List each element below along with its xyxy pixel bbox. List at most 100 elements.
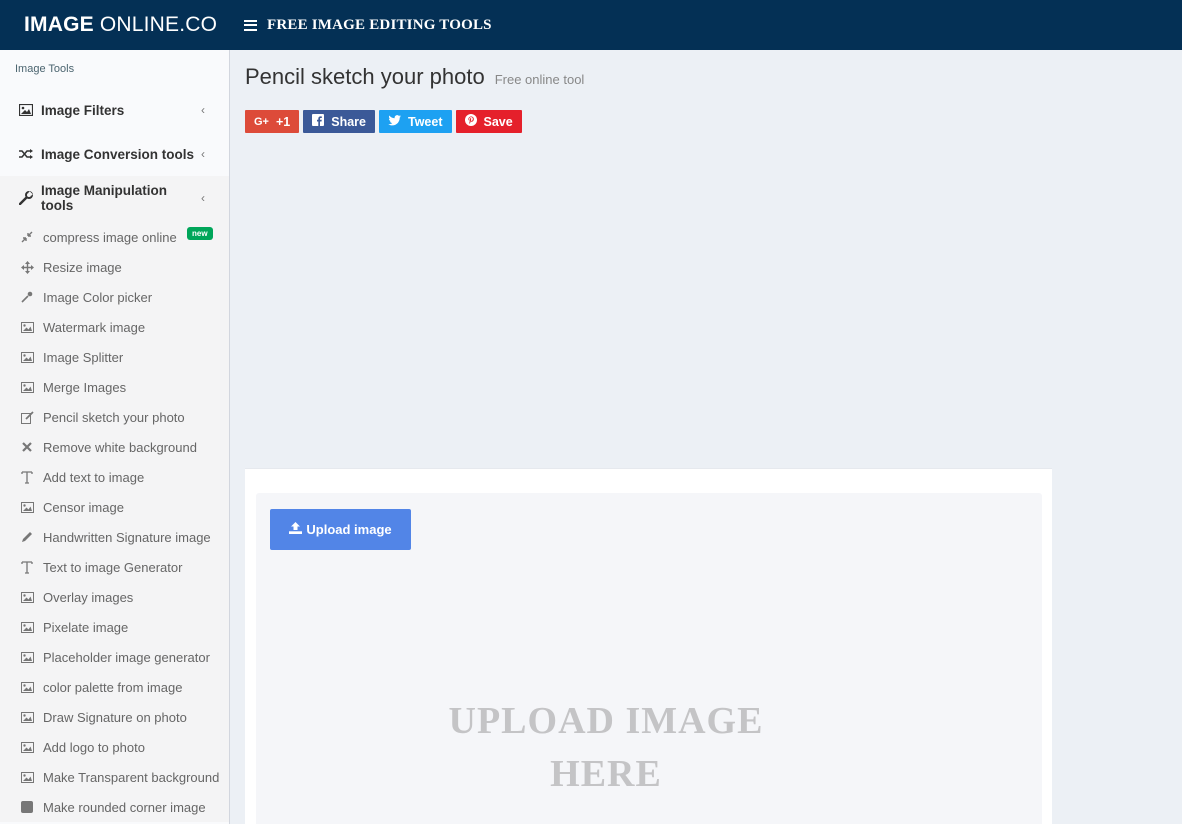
sidebar-item-pencil-sketch[interactable]: Pencil sketch your photo — [0, 402, 229, 432]
menu-group-label: Image Filters — [41, 102, 125, 118]
sidebar-item-label: Image Splitter — [43, 349, 124, 365]
nav-title: FREE IMAGE EDITING TOOLS — [267, 16, 492, 33]
move-arrows-icon — [20, 260, 34, 274]
shuffle-icon — [18, 146, 34, 162]
sidebar-toggle[interactable]: FREE IMAGE EDITING TOOLS — [244, 17, 492, 34]
dropzone-placeholder-text: UPLOAD IMAGE HERE — [448, 700, 764, 795]
page-title: Pencil sketch your photo — [245, 64, 485, 89]
sidebar-item-transparent-bg[interactable]: Make Transparent background — [0, 762, 229, 792]
sidebar-item-label: Pencil sketch your photo — [43, 409, 185, 425]
sidebar-item-label: Placeholder image generator — [43, 649, 210, 665]
google-plus-icon: G+ — [254, 115, 269, 128]
edit-icon — [20, 410, 34, 424]
sidebar-item-text-to-image[interactable]: Text to image Generator — [0, 552, 229, 582]
sidebar-item-censor[interactable]: Censor image — [0, 492, 229, 522]
page-subtitle: Free online tool — [494, 72, 585, 87]
sidebar-item-color-picker[interactable]: Image Color picker — [0, 282, 229, 312]
sidebar-item-label: Watermark image — [43, 319, 146, 335]
sidebar-item-add-text[interactable]: Add text to image — [0, 462, 229, 492]
close-icon — [20, 440, 34, 454]
sidebar-item-label: Image Color picker — [43, 289, 153, 305]
menu-group-label: Image Manipulation tools — [41, 183, 168, 213]
image-icon — [18, 102, 34, 118]
eyedropper-icon — [20, 290, 34, 304]
facebook-share-button[interactable]: Share — [303, 110, 375, 133]
sidebar-item-label: Censor image — [43, 499, 124, 515]
image-icon — [20, 320, 34, 334]
pinterest-icon — [464, 114, 477, 129]
sidebar-item-label: Overlay images — [43, 589, 134, 605]
google-plus-button[interactable]: G+ +1 — [245, 110, 300, 133]
sidebar-item-merge[interactable]: Merge Images — [0, 372, 229, 402]
new-badge: new — [187, 227, 213, 240]
sidebar-item-label: Make Transparent background — [43, 769, 220, 785]
sidebar-item-label: compress image online — [43, 229, 177, 245]
main-content: Pencil sketch your photo Free online too… — [230, 50, 1182, 824]
submenu: compress image online new Resize image I… — [0, 220, 229, 822]
menu-group-label: Image Conversion tools — [41, 146, 195, 162]
pinterest-save-button[interactable]: Save — [455, 110, 522, 133]
logo-light-text: ONLINE.CO — [99, 13, 218, 36]
title-row: Pencil sketch your photo Free online too… — [245, 64, 584, 90]
twitter-tweet-button[interactable]: Tweet — [379, 110, 452, 133]
upload-dropzone[interactable]: Upload image UPLOAD IMAGE HERE — [256, 493, 1042, 824]
menu-group-image-filters[interactable]: Image Filters ‹ — [0, 88, 229, 132]
text-icon — [20, 560, 34, 574]
sidebar-item-label: Remove white background — [43, 439, 197, 455]
logo-bold-text: IMAGE — [24, 13, 94, 36]
hamburger-icon — [244, 19, 257, 31]
menu-group-image-conversion[interactable]: Image Conversion tools ‹ — [0, 132, 229, 176]
site-logo[interactable]: IMAGE ONLINE.CO — [0, 0, 230, 50]
sidebar-item-add-logo[interactable]: Add logo to photo — [0, 732, 229, 762]
chevron-left-icon: ‹ — [201, 147, 205, 161]
image-icon — [20, 500, 34, 514]
text-icon — [20, 470, 34, 484]
image-icon — [20, 770, 34, 784]
image-icon — [20, 710, 34, 724]
sidebar-item-label: Add text to image — [43, 469, 145, 485]
sidebar-item-draw-signature[interactable]: Draw Signature on photo — [0, 702, 229, 732]
sidebar-item-remove-white-bg[interactable]: Remove white background — [0, 432, 229, 462]
upload-image-label: Upload image — [306, 522, 392, 537]
sidebar-item-overlay[interactable]: Overlay images — [0, 582, 229, 612]
sidebar-item-color-palette[interactable]: color palette from image — [0, 672, 229, 702]
google-plus-label: +1 — [275, 114, 291, 129]
image-icon — [20, 350, 34, 364]
chevron-left-icon: ‹ — [201, 103, 205, 117]
upload-image-button[interactable]: Upload image — [270, 509, 411, 550]
sidebar-item-label: color palette from image — [43, 679, 183, 695]
facebook-share-label: Share — [331, 114, 366, 129]
image-icon — [20, 740, 34, 754]
sidebar-item-label: Merge Images — [43, 379, 127, 395]
sidebar-item-label: Resize image — [43, 259, 122, 275]
sidebar: Image Tools Image Filters ‹ Image Conver… — [0, 50, 230, 824]
image-icon — [20, 650, 34, 664]
pencil-icon — [20, 530, 34, 544]
sidebar-item-compress[interactable]: compress image online new — [0, 222, 229, 252]
sidebar-item-label: Text to image Generator — [43, 559, 183, 575]
sidebar-item-pixelate[interactable]: Pixelate image — [0, 612, 229, 642]
facebook-icon — [312, 114, 325, 129]
wrench-icon — [18, 190, 34, 206]
menu-group-image-manipulation[interactable]: Image Manipulation tools ‹ — [0, 176, 229, 220]
pinterest-save-label: Save — [483, 114, 513, 129]
upload-icon — [289, 522, 303, 537]
image-icon — [20, 620, 34, 634]
sidebar-item-rounded-corner[interactable]: Make rounded corner image — [0, 792, 229, 822]
sidebar-item-handwritten-signature[interactable]: Handwritten Signature image — [0, 522, 229, 552]
sidebar-item-splitter[interactable]: Image Splitter — [0, 342, 229, 372]
sidebar-item-watermark[interactable]: Watermark image — [0, 312, 229, 342]
chevron-left-icon: ‹ — [201, 191, 205, 205]
upload-box: Upload image UPLOAD IMAGE HERE — [245, 468, 1052, 824]
twitter-tweet-label: Tweet — [408, 114, 443, 129]
sidebar-item-label: Pixelate image — [43, 619, 129, 635]
sidebar-header: Image Tools — [15, 63, 75, 75]
sidebar-item-placeholder[interactable]: Placeholder image generator — [0, 642, 229, 672]
sidebar-item-label: Draw Signature on photo — [43, 709, 187, 725]
sidebar-item-label: Add logo to photo — [43, 739, 145, 755]
top-header: IMAGE ONLINE.CO FREE IMAGE EDITING TOOLS — [0, 0, 1182, 50]
share-buttons: G+ +1 Share Tweet Save — [245, 110, 526, 133]
sidebar-item-resize[interactable]: Resize image — [0, 252, 229, 282]
image-icon — [20, 590, 34, 604]
image-icon — [20, 680, 34, 694]
